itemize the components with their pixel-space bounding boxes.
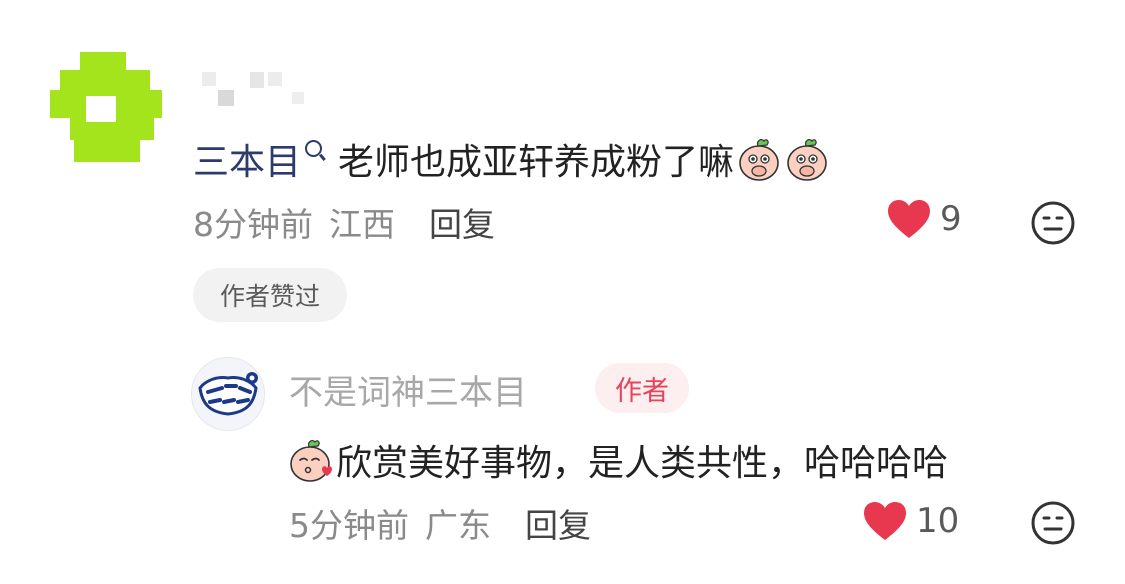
heart-icon <box>888 200 930 238</box>
reply-dislike-face-icon[interactable] <box>1030 500 1076 546</box>
search-icon[interactable] <box>305 139 323 157</box>
reply-location: 广东 <box>425 506 491 545</box>
comment-time: 8分钟前 <box>193 205 313 244</box>
commenter-avatar[interactable] <box>50 52 162 164</box>
author-liked-badge: 作者赞过 <box>193 268 347 322</box>
author-badge: 作者 <box>595 363 689 413</box>
reply-like-button[interactable]: 10 <box>862 500 959 542</box>
heart-icon <box>864 502 906 540</box>
reply-avatar[interactable] <box>191 357 265 431</box>
reply-meta: 5分钟前 广东 回复 <box>289 498 591 548</box>
comment-text: 老师也成亚轩养成粉了嘛 <box>338 142 735 183</box>
commenter-name-blurred[interactable] <box>196 70 326 110</box>
like-count: 9 <box>940 199 962 239</box>
comment-location: 江西 <box>329 205 395 244</box>
like-button[interactable]: 9 <box>886 198 962 240</box>
reply-content: 欣赏美好事物，是人类共性，哈哈哈哈 <box>288 432 948 488</box>
peach-shy-emoji <box>784 136 830 182</box>
reply-time: 5分钟前 <box>289 506 409 545</box>
mention-link[interactable]: 三本目 <box>193 133 301 185</box>
reply-button[interactable]: 回复 <box>429 198 495 246</box>
reply-text: 欣赏美好事物，是人类共性，哈哈哈哈 <box>336 443 949 484</box>
comment-content: 三本目 老师也成亚轩养成粉了嘛 <box>193 132 830 186</box>
reply-like-count: 10 <box>916 501 960 541</box>
peach-shy-emoji <box>736 136 782 182</box>
reply-reply-button[interactable]: 回复 <box>525 499 591 547</box>
peach-kiss-emoji <box>288 437 334 483</box>
comment-meta: 8分钟前 江西 回复 <box>193 197 495 247</box>
reply-username[interactable]: 不是词神三本目 <box>289 365 527 414</box>
dislike-face-icon[interactable] <box>1030 200 1076 246</box>
